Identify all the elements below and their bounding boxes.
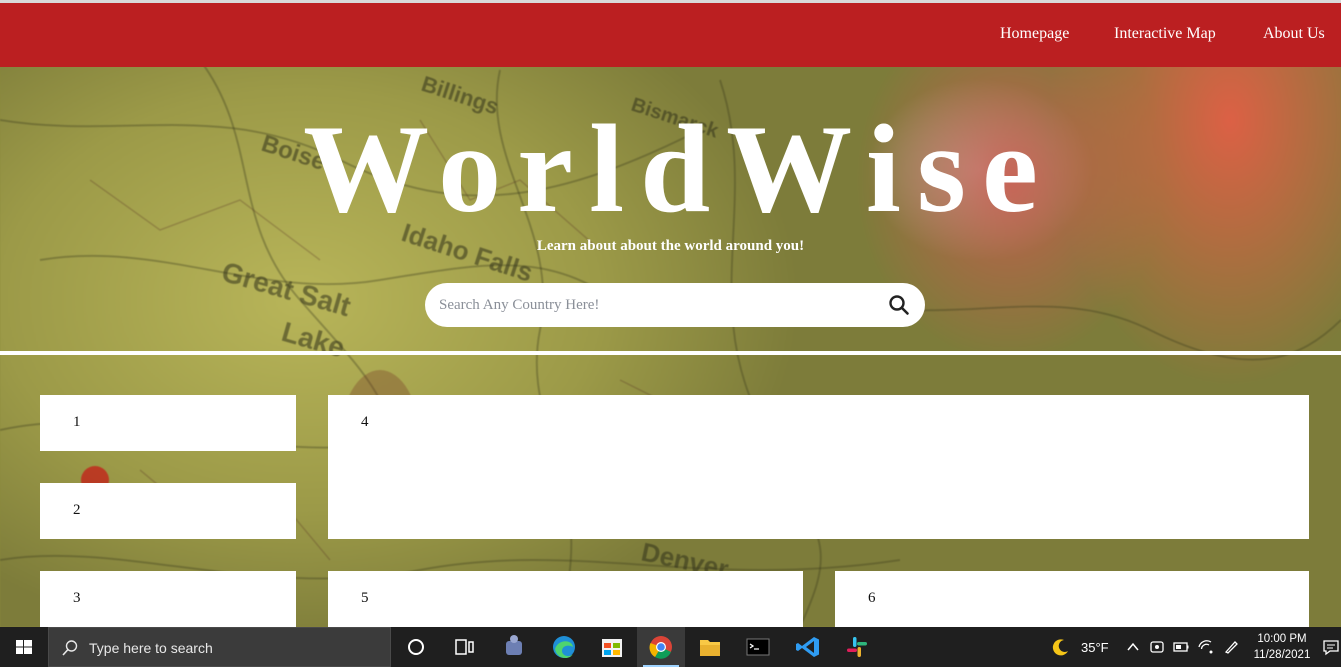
chrome-icon[interactable] xyxy=(637,627,685,667)
edge-icon[interactable] xyxy=(540,627,588,667)
box-label: 5 xyxy=(361,590,369,606)
meet-now-icon[interactable] xyxy=(1148,638,1166,656)
navbar: Homepage Interactive Map About Us xyxy=(0,3,1341,67)
hero-divider xyxy=(0,351,1341,355)
box-label: 2 xyxy=(73,502,81,518)
content-box-2[interactable]: 2 xyxy=(40,483,296,539)
content-box-5[interactable]: 5 xyxy=(328,571,803,627)
slack-icon[interactable] xyxy=(833,627,881,667)
cortana-icon[interactable] xyxy=(392,627,440,667)
terminal-icon[interactable] xyxy=(734,627,782,667)
country-search-input[interactable] xyxy=(439,283,879,327)
nav-homepage-link[interactable]: Homepage xyxy=(1000,25,1069,43)
box-label: 1 xyxy=(73,414,81,430)
nav-about-us-link[interactable]: About Us xyxy=(1263,25,1325,43)
taskbar-search-placeholder: Type here to search xyxy=(89,640,213,656)
wifi-icon[interactable] xyxy=(1196,638,1214,656)
clock-time: 10:00 PM xyxy=(1257,633,1307,645)
country-search-bar xyxy=(425,283,925,327)
chevron-up-icon[interactable] xyxy=(1124,638,1142,656)
content-box-6[interactable]: 6 xyxy=(835,571,1309,627)
box-label: 3 xyxy=(73,590,81,606)
app-icon[interactable] xyxy=(490,627,538,667)
search-icon[interactable] xyxy=(887,293,911,317)
content-box-1[interactable]: 1 xyxy=(40,395,296,451)
box-label: 6 xyxy=(868,590,876,606)
search-icon xyxy=(62,640,78,656)
content-box-3[interactable]: 3 xyxy=(40,571,296,627)
weather-temperature[interactable]: 35°F xyxy=(1081,640,1109,655)
weather-moon-icon[interactable] xyxy=(1052,638,1070,656)
taskbar-clock[interactable]: 10:00 PM 11/28/2021 xyxy=(1250,631,1314,663)
svg-text:Lake: Lake xyxy=(278,316,348,363)
content-box-4[interactable]: 4 xyxy=(328,395,1309,539)
file-explorer-icon[interactable] xyxy=(686,627,734,667)
vscode-icon[interactable] xyxy=(784,627,832,667)
site-subtitle: Learn about about the world around you! xyxy=(536,238,805,254)
notification-icon[interactable] xyxy=(1322,638,1340,656)
site-title: WorldWise xyxy=(303,100,1054,239)
pen-icon[interactable] xyxy=(1222,638,1240,656)
nav-interactive-map-link[interactable]: Interactive Map xyxy=(1114,25,1216,43)
battery-icon[interactable] xyxy=(1172,638,1190,656)
taskbar: Type here to search 35°F 10:00 PM 11/28/… xyxy=(0,627,1341,667)
task-view-icon[interactable] xyxy=(440,627,488,667)
store-icon[interactable] xyxy=(588,627,636,667)
taskbar-search-box[interactable]: Type here to search xyxy=(48,627,391,667)
svg-text:Great Salt: Great Salt xyxy=(218,256,354,322)
clock-date: 11/28/2021 xyxy=(1253,649,1311,661)
box-label: 4 xyxy=(361,414,369,430)
windows-start-icon[interactable] xyxy=(0,627,48,667)
